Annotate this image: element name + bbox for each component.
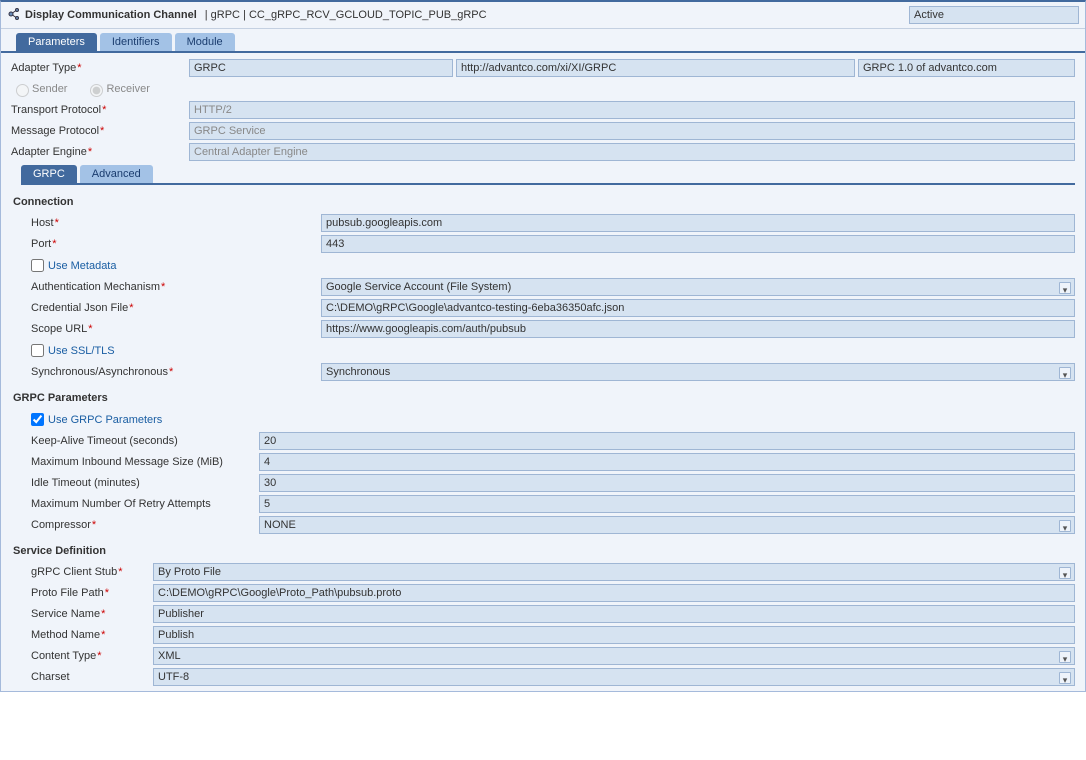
label-adapter-type: Adapter Type*: [11, 62, 189, 74]
row-host: Host* pubsub.googleapis.com: [31, 214, 1075, 232]
status-field: Active: [909, 6, 1079, 24]
label-message-protocol: Message Protocol*: [11, 125, 189, 137]
label-use-ssl: Use SSL/TLS: [48, 345, 115, 357]
top-tab-bar: Parameters Identifiers Module: [1, 29, 1085, 53]
radio-sender[interactable]: Sender: [11, 81, 67, 97]
label-host: Host*: [31, 217, 321, 229]
field-port[interactable]: 443: [321, 235, 1075, 253]
section-title-grpc: GRPC Parameters: [13, 392, 1075, 404]
label-contenttype: Content Type*: [31, 650, 153, 662]
label-adapter-engine: Adapter Engine*: [11, 146, 189, 158]
row-stub: gRPC Client Stub* By Proto File▾: [31, 563, 1075, 581]
row-use-metadata[interactable]: Use Metadata: [31, 256, 1075, 275]
checkbox-use-ssl[interactable]: [31, 344, 44, 357]
field-retry[interactable]: 5: [259, 495, 1075, 513]
field-keepalive[interactable]: 20: [259, 432, 1075, 450]
row-message-protocol: Message Protocol* GRPC Service: [11, 122, 1075, 140]
field-cred[interactable]: C:\DEMO\gRPC\Google\advantco-testing-6eb…: [321, 299, 1075, 317]
label-proto: Proto File Path*: [31, 587, 153, 599]
field-charset[interactable]: UTF-8▾: [153, 668, 1075, 686]
field-contenttype[interactable]: XML▾: [153, 647, 1075, 665]
row-adapter-type: Adapter Type* GRPC http://advantco.com/x…: [11, 59, 1075, 77]
field-stub[interactable]: By Proto File▾: [153, 563, 1075, 581]
field-adapter-version[interactable]: GRPC 1.0 of advantco.com: [858, 59, 1075, 77]
section-connection: Connection Host* pubsub.googleapis.com P…: [11, 191, 1075, 381]
checkbox-use-metadata[interactable]: [31, 259, 44, 272]
row-compressor: Compressor* NONE▾: [31, 516, 1075, 534]
field-message-protocol[interactable]: GRPC Service: [189, 122, 1075, 140]
label-port: Port*: [31, 238, 321, 250]
label-stub: gRPC Client Stub*: [31, 566, 153, 578]
section-grpc: GRPC Parameters Use GRPC Parameters Keep…: [11, 387, 1075, 534]
field-compressor[interactable]: NONE▾: [259, 516, 1075, 534]
label-method: Method Name*: [31, 629, 153, 641]
field-idle[interactable]: 30: [259, 474, 1075, 492]
label-use-grpc: Use GRPC Parameters: [48, 414, 162, 426]
row-maxinbound: Maximum Inbound Message Size (MiB) 4: [31, 453, 1075, 471]
section-title-service: Service Definition: [13, 545, 1075, 557]
field-adapter-namespace[interactable]: http://advantco.com/xi/XI/GRPC: [456, 59, 855, 77]
label-auth: Authentication Mechanism*: [31, 281, 321, 293]
field-sync[interactable]: Synchronous▾: [321, 363, 1075, 381]
section-title-connection: Connection: [13, 196, 1075, 208]
field-adapter-engine[interactable]: Central Adapter Engine: [189, 143, 1075, 161]
label-transport: Transport Protocol*: [11, 104, 189, 116]
field-scope[interactable]: https://www.googleapis.com/auth/pubsub: [321, 320, 1075, 338]
field-host[interactable]: pubsub.googleapis.com: [321, 214, 1075, 232]
row-scope: Scope URL* https://www.googleapis.com/au…: [31, 320, 1075, 338]
row-use-grpc[interactable]: Use GRPC Parameters: [31, 410, 1075, 429]
row-retry: Maximum Number Of Retry Attempts 5: [31, 495, 1075, 513]
row-contenttype: Content Type* XML▾: [31, 647, 1075, 665]
label-idle: Idle Timeout (minutes): [31, 477, 259, 489]
parameters-content: Adapter Type* GRPC http://advantco.com/x…: [1, 53, 1085, 691]
tab-identifiers[interactable]: Identifiers: [100, 33, 172, 51]
field-transport[interactable]: HTTP/2: [189, 101, 1075, 119]
row-cred: Credential Json File* C:\DEMO\gRPC\Googl…: [31, 299, 1075, 317]
label-keepalive: Keep-Alive Timeout (seconds): [31, 435, 259, 447]
label-charset: Charset: [31, 671, 153, 683]
field-auth[interactable]: Google Service Account (File System)▾: [321, 278, 1075, 296]
field-adapter-type[interactable]: GRPC: [189, 59, 453, 77]
label-maxinbound: Maximum Inbound Message Size (MiB): [31, 456, 259, 468]
label-retry: Maximum Number Of Retry Attempts: [31, 498, 259, 510]
label-use-metadata: Use Metadata: [48, 260, 116, 272]
row-keepalive: Keep-Alive Timeout (seconds) 20: [31, 432, 1075, 450]
label-sync: Synchronous/Asynchronous*: [31, 366, 321, 378]
field-svcname[interactable]: Publisher: [153, 605, 1075, 623]
row-charset: Charset UTF-8▾: [31, 668, 1075, 686]
header-bar: Display Communication Channel | gRPC | C…: [1, 2, 1085, 29]
row-adapter-engine: Adapter Engine* Central Adapter Engine: [11, 143, 1075, 161]
row-svcname: Service Name* Publisher: [31, 605, 1075, 623]
subtab-advanced[interactable]: Advanced: [80, 165, 153, 183]
main-container: Display Communication Channel | gRPC | C…: [0, 0, 1086, 692]
row-transport: Transport Protocol* HTTP/2: [11, 101, 1075, 119]
header-title: Display Communication Channel: [25, 9, 197, 21]
row-use-ssl[interactable]: Use SSL/TLS: [31, 341, 1075, 360]
label-svcname: Service Name*: [31, 608, 153, 620]
row-direction: Sender Receiver: [11, 81, 1075, 97]
row-proto: Proto File Path* C:\DEMO\gRPC\Google\Pro…: [31, 584, 1075, 602]
field-method[interactable]: Publish: [153, 626, 1075, 644]
row-port: Port* 443: [31, 235, 1075, 253]
label-cred: Credential Json File*: [31, 302, 321, 314]
tab-module[interactable]: Module: [175, 33, 235, 51]
tab-parameters[interactable]: Parameters: [16, 33, 97, 51]
field-maxinbound[interactable]: 4: [259, 453, 1075, 471]
channel-icon: [7, 7, 21, 24]
label-scope: Scope URL*: [31, 323, 321, 335]
label-compressor: Compressor*: [31, 519, 259, 531]
row-sync: Synchronous/Asynchronous* Synchronous▾: [31, 363, 1075, 381]
field-proto[interactable]: C:\DEMO\gRPC\Google\Proto_Path\pubsub.pr…: [153, 584, 1075, 602]
row-method: Method Name* Publish: [31, 626, 1075, 644]
checkbox-use-grpc[interactable]: [31, 413, 44, 426]
section-service: Service Definition gRPC Client Stub* By …: [11, 540, 1075, 686]
radio-receiver[interactable]: Receiver: [85, 81, 149, 97]
row-auth: Authentication Mechanism* Google Service…: [31, 278, 1075, 296]
sub-tab-bar: GRPC Advanced: [21, 165, 1075, 185]
subtab-grpc[interactable]: GRPC: [21, 165, 77, 183]
header-path: | gRPC | CC_gRPC_RCV_GCLOUD_TOPIC_PUB_gR…: [205, 9, 487, 21]
row-idle: Idle Timeout (minutes) 30: [31, 474, 1075, 492]
